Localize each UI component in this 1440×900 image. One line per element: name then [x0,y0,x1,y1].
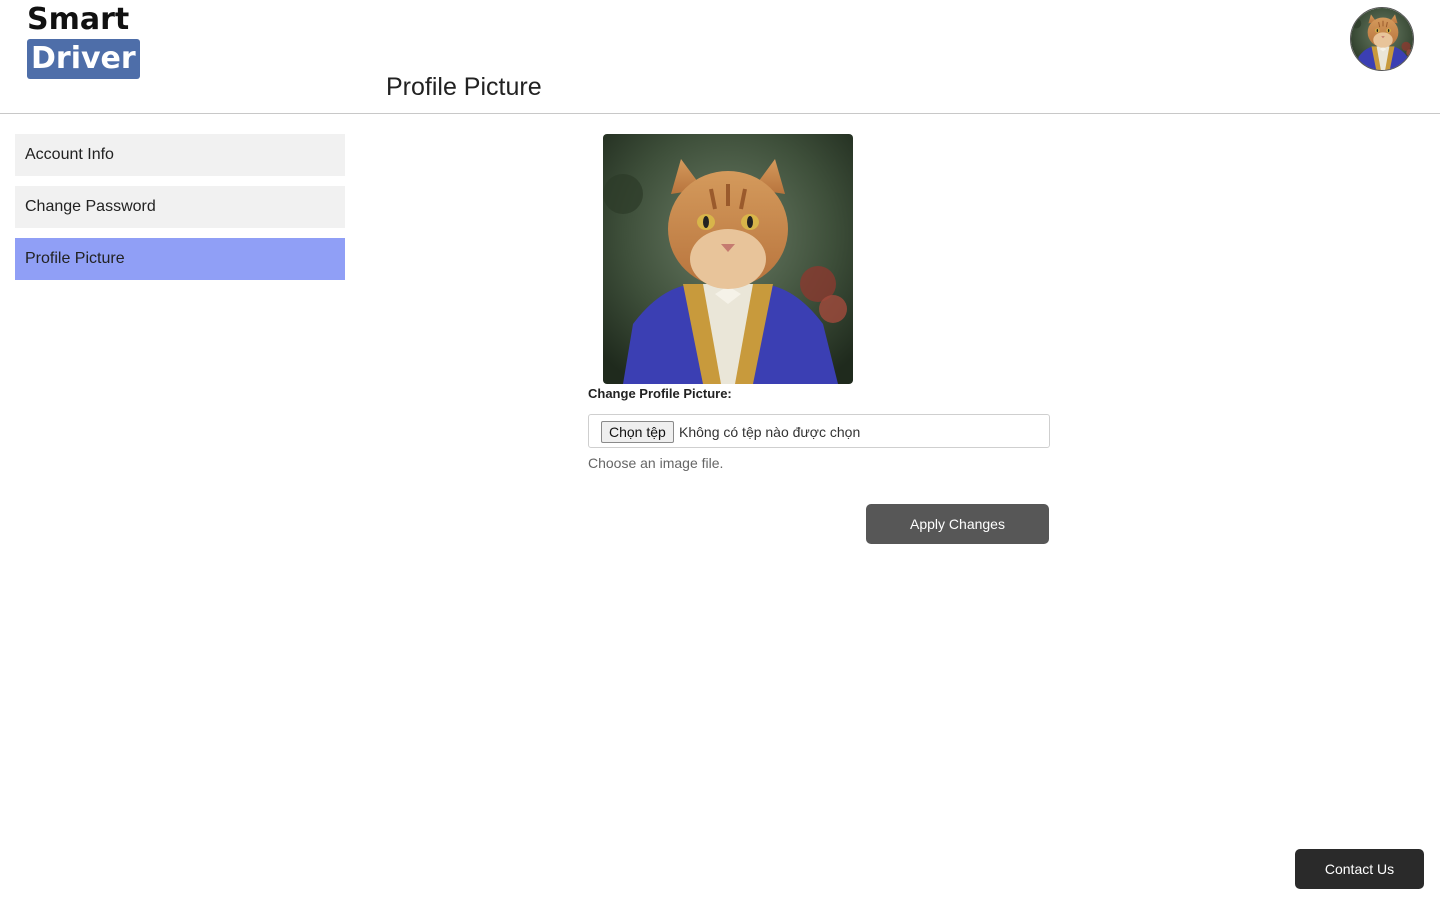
sidebar-item-change-password[interactable]: Change Password [15,186,345,228]
cat-portrait-avatar-icon [1351,8,1414,71]
profile-picture-preview [603,134,853,384]
logo-line-driver: Driver [27,39,140,79]
sidebar-item-account-info[interactable]: Account Info [15,134,345,176]
top-header: Smart Driver Profile Picture [0,0,1440,114]
choose-file-button[interactable]: Chọn tệp [601,421,674,443]
cat-portrait-image-icon [603,134,853,384]
file-status-text: Không có tệp nào được chọn [679,424,861,440]
sidebar-item-profile-picture[interactable]: Profile Picture [15,238,345,280]
user-avatar[interactable] [1350,7,1414,71]
apply-changes-button[interactable]: Apply Changes [866,504,1049,544]
page-title: Profile Picture [386,73,542,101]
file-help-text: Choose an image file. [588,455,724,471]
change-profile-picture-label: Change Profile Picture: [588,386,732,401]
smart-driver-logo[interactable]: Smart Driver [27,2,140,79]
file-input[interactable]: Chọn tệp Không có tệp nào được chọn [588,414,1050,448]
settings-sidebar: Account Info Change Password Profile Pic… [15,134,345,290]
contact-us-button[interactable]: Contact Us [1295,849,1424,889]
logo-line-smart: Smart [27,2,130,37]
